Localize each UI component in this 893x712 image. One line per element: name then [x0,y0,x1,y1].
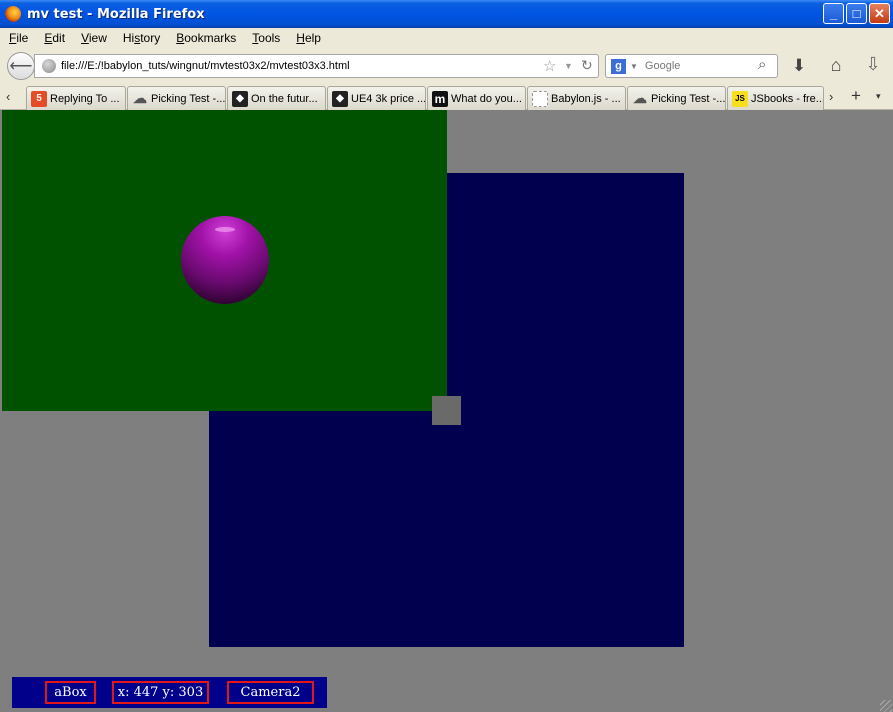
viewport-drag-handle[interactable] [432,396,461,425]
menu-help[interactable]: Help [296,31,321,45]
resize-grip-icon[interactable] [880,700,892,712]
tab[interactable]: 5 Replying To ... [26,86,126,110]
url-bar[interactable]: file:///E:/!babylon_tuts/wingnut/mvtest0… [34,54,599,78]
tab[interactable]: Babylon.js - ... [527,86,626,110]
firefox-icon [5,6,21,22]
tab-label: Babylon.js - ... [551,92,621,105]
tab-label: Replying To ... [50,92,120,105]
window-titlebar[interactable]: mv test - Mozilla Firefox _ □ ✕ [0,0,893,28]
menu-label: dit [52,31,66,45]
search-bar[interactable]: g ▼ Google ⌕ [605,54,778,78]
new-tab-button[interactable]: + [851,86,861,106]
home-icon[interactable]: ⌂ [825,55,847,77]
tab-scroll-right-icon[interactable]: › [829,89,833,104]
tab-strip: ‹ 5 Replying To ... ☁ Picking Test -... … [0,84,893,110]
menu-label: ile [16,31,29,45]
magnifier-icon[interactable]: ⌕ [758,56,766,73]
download-arrow-icon[interactable]: ⬇ [789,56,809,76]
tab[interactable]: ◆ UE4 3k price ... [327,86,426,110]
google-engine-icon[interactable]: g [611,58,626,74]
engine-dropdown-icon[interactable]: ▼ [630,62,638,71]
html5-icon: 5 [31,90,47,107]
menu-view[interactable]: View [81,31,107,45]
tab-scroll-left-icon[interactable]: ‹ [6,89,10,104]
pointer-coords-label: x: 447 y: 303 [112,681,209,704]
tab-label: On the futur... [251,92,318,105]
active-camera-label: Camera2 [227,681,314,704]
list-all-tabs-icon[interactable]: ▾ [876,91,881,102]
window-title: mv test - Mozilla Firefox [27,6,205,22]
tab-label: JSbooks - fre... [751,92,824,105]
close-icon: ✕ [874,5,885,21]
menu-tools[interactable]: Tools [252,31,280,45]
globe-icon [42,59,56,73]
menu-bar: File Edit View History Bookmarks Tools H… [0,28,893,48]
menu-file[interactable]: File [9,31,28,45]
download-panel-icon[interactable]: ⇩ [862,54,884,76]
close-button[interactable]: ✕ [869,3,890,24]
reload-icon[interactable]: ↻ [581,57,593,74]
tab[interactable]: ☁ Picking Test -... [127,86,226,110]
info-hud: aBox x: 447 y: 303 Camera2 [12,677,327,708]
maximize-icon: □ [852,6,861,21]
menu-label: tory [140,31,161,45]
menu-edit[interactable]: Edit [44,31,65,45]
minimize-icon: _ [829,6,838,21]
unity-icon: ◆ [232,90,248,107]
navigation-toolbar: file:///E:/!babylon_tuts/wingnut/mvtest0… [0,48,893,84]
sphere-specular-highlight [215,227,235,232]
menu-label: elp [304,31,321,45]
render-canvas[interactable]: aBox x: 447 y: 303 Camera2 [0,110,893,712]
menu-bookmarks[interactable]: Bookmarks [176,31,236,45]
blank-page-icon [532,90,548,107]
tab[interactable]: m What do you... [427,86,526,110]
bookmark-star-icon[interactable]: ☆ [543,57,556,75]
menu-accel: V [81,31,89,45]
search-placeholder[interactable]: Google [645,60,680,72]
picked-mesh-label: aBox [45,681,96,704]
menu-accel: H [296,31,305,45]
menu-label: ools [258,31,281,45]
tab[interactable]: JS JSbooks - fre... [727,86,824,110]
menu-label: ookmarks [184,31,237,45]
url-history-dropdown-icon[interactable]: ▼ [564,61,573,71]
unity-icon: ◆ [332,90,348,107]
menu-label-prefix: Hi [122,31,135,45]
menu-label: iew [88,31,107,45]
maximize-button[interactable]: □ [846,3,867,24]
tab-label: Picking Test -... [151,92,226,105]
url-text[interactable]: file:///E:/!babylon_tuts/wingnut/mvtest0… [61,60,350,72]
tab[interactable]: ☁ Picking Test -... [627,86,726,110]
cloud-icon: ☁ [133,90,147,106]
back-button[interactable]: ⟵ [7,52,35,80]
menu-history[interactable]: History [123,31,160,45]
tab-label: UE4 3k price ... [351,92,426,105]
m-icon: m [432,90,448,107]
js-icon: JS [732,90,748,107]
cloud-icon: ☁ [633,90,647,106]
tab-label: What do you... [451,92,522,105]
tab-label: Picking Test -... [651,92,726,105]
minimize-button[interactable]: _ [823,3,844,24]
back-arrow-icon: ⟵ [9,58,33,75]
tab[interactable]: ◆ On the futur... [227,86,326,110]
